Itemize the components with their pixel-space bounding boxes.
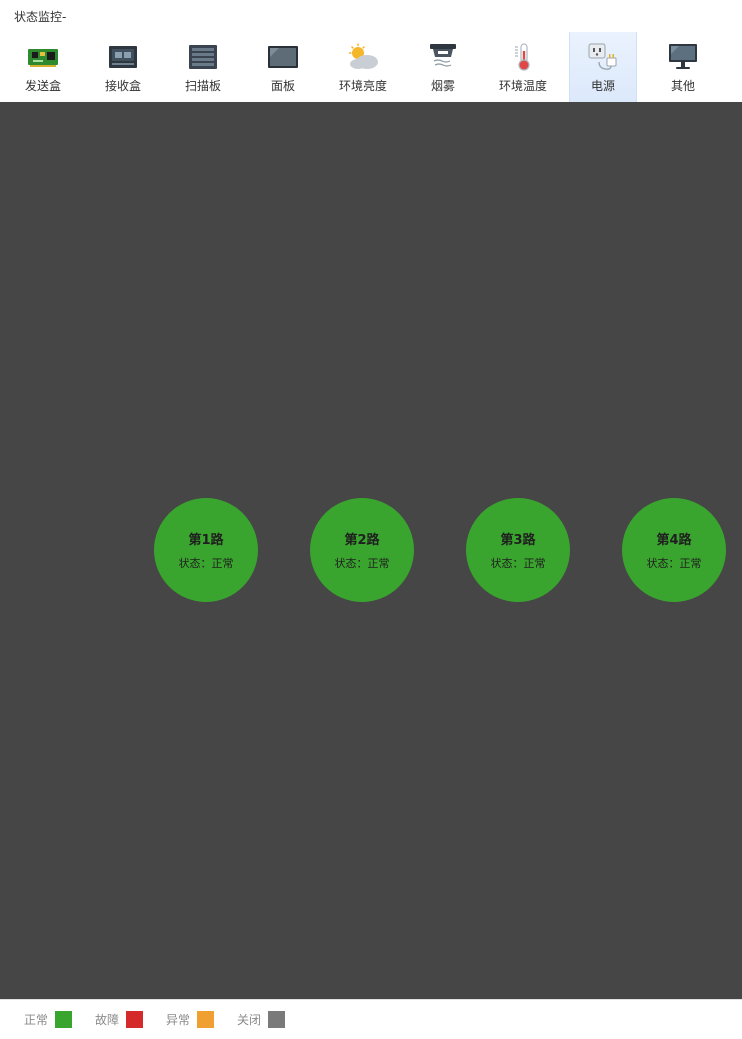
tab-label: 发送盒 <box>24 79 61 93</box>
circuit-status: 状态：正常 <box>334 557 390 570</box>
legend-label: 关闭 <box>237 1013 262 1027</box>
status-legend: 正常 故障 异常 关闭 <box>0 999 742 1039</box>
legend-label: 异常 <box>166 1013 191 1027</box>
tab-label: 接收盒 <box>104 79 141 93</box>
smoke-detector-icon <box>426 42 460 72</box>
tab-label: 扫描板 <box>184 79 221 93</box>
circuit-status: 状态：正常 <box>178 557 234 570</box>
tab-label: 电源 <box>590 79 615 93</box>
legend-item-fault: 故障 <box>95 1011 144 1028</box>
tab-label: 环境温度 <box>498 79 547 93</box>
circuit-name: 第2路 <box>344 533 380 548</box>
power-circuit-4[interactable]: 第4路 状态：正常 <box>622 498 726 602</box>
power-circuit-3[interactable]: 第3路 状态：正常 <box>466 498 570 602</box>
legend-item-abnormal: 异常 <box>166 1011 215 1028</box>
circuit-status: 状态：正常 <box>490 557 546 570</box>
panel-icon <box>266 42 300 72</box>
tab-scan-board[interactable]: 扫描板 <box>169 32 237 102</box>
tab-sending-card[interactable]: 发送盒 <box>9 32 77 102</box>
tab-label: 其他 <box>670 79 695 93</box>
tab-power[interactable]: 电源 <box>569 32 637 102</box>
power-circuit-2[interactable]: 第2路 状态：正常 <box>310 498 414 602</box>
circuit-name: 第3路 <box>500 533 536 548</box>
legend-item-off: 关闭 <box>237 1011 286 1028</box>
circuit-name: 第4路 <box>656 533 692 548</box>
tab-label: 烟雾 <box>430 79 455 93</box>
tab-label: 面板 <box>270 79 295 93</box>
legend-swatch-fault <box>126 1011 144 1028</box>
scan-board-icon <box>186 42 220 72</box>
sending-card-icon <box>26 42 60 72</box>
legend-label: 正常 <box>24 1013 49 1027</box>
legend-swatch-off <box>268 1011 286 1028</box>
circuit-status: 状态：正常 <box>646 557 702 570</box>
device-toolbar: 发送盒 接收盒 扫描板 面板 环境亮度 烟雾 环境温度 电源 其他 <box>0 32 742 102</box>
monitor-icon <box>666 42 700 72</box>
tab-other[interactable]: 其他 <box>649 32 717 102</box>
power-monitor-canvas: 第1路 状态：正常 第2路 状态：正常 第3路 状态：正常 第4路 状态：正常 <box>0 102 742 999</box>
tab-smoke[interactable]: 烟雾 <box>409 32 477 102</box>
circuit-name: 第1路 <box>188 533 224 548</box>
tab-panel[interactable]: 面板 <box>249 32 317 102</box>
tab-receiving-card[interactable]: 接收盒 <box>89 32 157 102</box>
receiving-card-icon <box>106 42 140 72</box>
power-circuit-1[interactable]: 第1路 状态：正常 <box>154 498 258 602</box>
legend-swatch-abnormal <box>197 1011 215 1028</box>
tab-label: 环境亮度 <box>338 79 387 93</box>
power-plug-icon <box>586 42 620 72</box>
window-title: 状态监控- <box>14 10 67 24</box>
tab-ambient-temperature[interactable]: 环境温度 <box>489 32 557 102</box>
tab-ambient-brightness[interactable]: 环境亮度 <box>329 32 397 102</box>
thermometer-icon <box>506 42 540 72</box>
weather-icon <box>346 42 380 72</box>
legend-swatch-normal <box>55 1011 73 1028</box>
legend-label: 故障 <box>95 1013 120 1027</box>
legend-item-normal: 正常 <box>24 1011 73 1028</box>
